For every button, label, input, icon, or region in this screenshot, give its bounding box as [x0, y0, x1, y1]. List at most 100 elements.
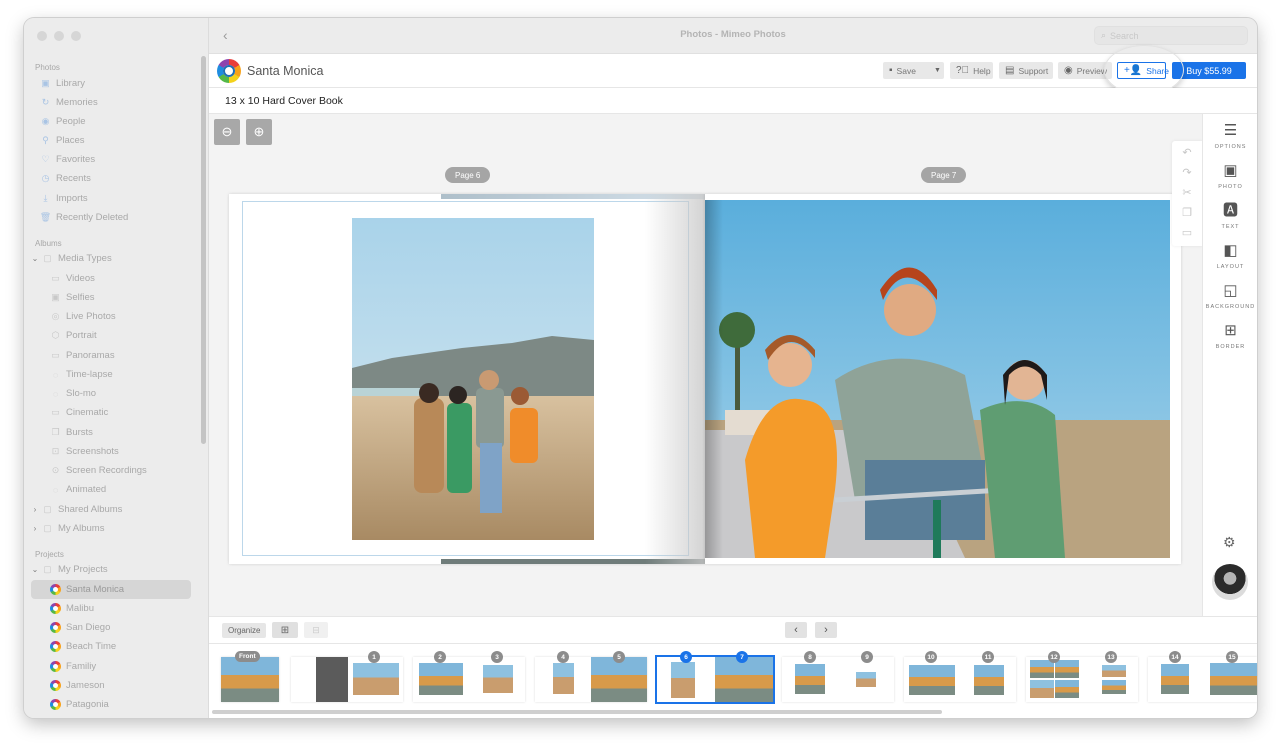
preview-button[interactable]: ◉ Preview: [1058, 62, 1112, 79]
sidebar-item-project-san-diego[interactable]: San Diego: [50, 618, 110, 637]
sidebar-item-people[interactable]: ◉ People: [40, 112, 86, 131]
user-avatar[interactable]: [1212, 564, 1248, 600]
thumbnail-spread-10-11[interactable]: 10 11: [904, 651, 1016, 702]
tool-photo[interactable]: ▣ PHOTO: [1203, 162, 1257, 190]
search-field[interactable]: ⌕: [1094, 26, 1248, 45]
sidebar-item-selfies[interactable]: ▣ Selfies: [50, 288, 94, 307]
thumbnail-spread-14-15[interactable]: 14 15: [1148, 651, 1257, 702]
sidebar-item-library[interactable]: ▣ Library: [40, 74, 85, 93]
sidebar-item-shared-albums[interactable]: › ▢ Shared Albums: [30, 500, 123, 519]
undo-icon[interactable]: ↶: [1182, 145, 1191, 161]
sidebar-item-live-photos[interactable]: ◎ Live Photos: [50, 307, 116, 326]
tool-options[interactable]: ☰ OPTIONS: [1203, 122, 1257, 150]
search-input[interactable]: [1110, 30, 1231, 41]
sidebar-item-screenshots[interactable]: ⊡ Screenshots: [50, 442, 119, 461]
sidebar-item-time-lapse[interactable]: ◌ Time-lapse: [50, 365, 113, 384]
thumbnail-image: [553, 663, 574, 694]
sidebar-item-my-projects[interactable]: ⌄ ▢ My Projects: [30, 560, 108, 579]
organize-button[interactable]: Organize: [222, 623, 267, 638]
sidebar-item-project-jameson[interactable]: Jameson: [50, 676, 105, 695]
sidebar-item-imports[interactable]: ⤓ Imports: [40, 189, 88, 208]
main-area: ‹ Photos - Mimeo Photos ⌕ Santa Monica ▪…: [209, 18, 1257, 718]
scissors-icon[interactable]: ✂: [1182, 185, 1191, 201]
tool-background[interactable]: ◱ BACKGROUND: [1203, 282, 1257, 310]
page-badge: 13: [1105, 651, 1117, 663]
chevron-down-icon[interactable]: ⌄: [30, 254, 40, 263]
chevron-right-icon[interactable]: ›: [30, 524, 40, 533]
thumbnail-scrollbar[interactable]: [212, 710, 942, 714]
sidebar-item-screen-recordings[interactable]: ⊙ Screen Recordings: [50, 461, 147, 480]
next-spread-button[interactable]: ›: [815, 622, 837, 638]
sidebar-item-recently-deleted[interactable]: 🗑 Recently Deleted: [40, 208, 129, 227]
add-pages-button[interactable]: ⊞: [272, 622, 298, 638]
zoom-window-button[interactable]: [71, 31, 81, 41]
page-badge: 3: [491, 651, 503, 663]
page-badge: 2: [434, 651, 446, 663]
section-label-photos: Photos: [35, 63, 60, 72]
tool-text[interactable]: 🅰 TEXT: [1203, 202, 1257, 230]
sidebar-item-project-santa-monica[interactable]: Santa Monica: [31, 580, 191, 599]
paste-icon[interactable]: ▭: [1182, 225, 1192, 241]
sliders-icon: ☰: [1223, 122, 1238, 139]
redo-icon[interactable]: ↷: [1182, 165, 1191, 181]
minimize-window-button[interactable]: [54, 31, 64, 41]
sidebar-item-favorites[interactable]: ♡ Favorites: [40, 150, 95, 169]
sidebar-item-memories[interactable]: ↻ Memories: [40, 93, 98, 112]
thumbnail-spread-2-3[interactable]: 2 3: [413, 651, 525, 702]
close-window-button[interactable]: [37, 31, 47, 41]
sidebar-item-portrait[interactable]: ⬡ Portrait: [50, 326, 97, 345]
page-label-right: Page 7: [921, 167, 967, 183]
sidebar-item-project-beach-time[interactable]: Beach Time: [50, 637, 116, 656]
page-badge: 11: [982, 651, 994, 663]
help-button[interactable]: ?⃝ Help: [950, 62, 993, 79]
chevron-down-icon[interactable]: ⌄: [30, 565, 40, 574]
zoom-out-button[interactable]: ⊖: [214, 119, 240, 145]
sidebar-item-recents[interactable]: ◷ Recents: [40, 169, 91, 188]
chevron-right-icon[interactable]: ›: [30, 505, 40, 514]
remove-pages-button[interactable]: ⊟: [304, 622, 328, 638]
sidebar-item-panoramas[interactable]: ▭ Panoramas: [50, 346, 114, 365]
photo-frame-beach-group[interactable]: [352, 218, 594, 540]
previous-spread-button[interactable]: ‹: [785, 622, 807, 638]
sidebar-scrollbar[interactable]: [201, 56, 206, 444]
tool-border[interactable]: ⊞ BORDER: [1203, 322, 1257, 350]
sidebar-item-bursts[interactable]: ❐ Bursts: [50, 423, 92, 442]
sidebar-item-places[interactable]: ⚲ Places: [40, 131, 84, 150]
sidebar-item-animated[interactable]: ◌ Animated: [50, 480, 106, 499]
page-badge: 5: [613, 651, 625, 663]
sidebar-item-cinematic[interactable]: ▭ Cinematic: [50, 403, 108, 422]
tool-layout[interactable]: ◧ LAYOUT: [1203, 242, 1257, 270]
sidebar-item-project-patagonia[interactable]: Patagonia: [50, 695, 109, 714]
sidebar-item-videos[interactable]: ▭ Videos: [50, 269, 95, 288]
thumbnail-spread-12-13[interactable]: 12 13: [1026, 651, 1138, 702]
chevron-left-icon: ‹: [794, 624, 798, 636]
save-button[interactable]: ▪ Save: [883, 62, 933, 79]
sidebar-item-slo-mo[interactable]: ◌ Slo-mo: [50, 384, 96, 403]
thumbnail-spread-1[interactable]: 1: [291, 651, 403, 702]
save-options-dropdown[interactable]: ▼: [931, 62, 944, 79]
zoom-out-icon: ⊖: [221, 124, 233, 139]
mimeo-project-icon: [50, 603, 61, 614]
settings-gear-icon[interactable]: ⚙: [1223, 534, 1236, 551]
zoom-in-button[interactable]: ⊕: [246, 119, 272, 145]
thumbnail-spread-4-5[interactable]: 4 5: [535, 651, 647, 702]
share-button[interactable]: +👤 Share: [1117, 62, 1169, 79]
sidebar-item-project-familiy[interactable]: Familiy: [50, 657, 96, 676]
copy-icon[interactable]: ❐: [1182, 205, 1192, 221]
photo-frame-bike-group[interactable]: [705, 200, 1170, 558]
project-name: Santa Monica: [247, 64, 324, 78]
chevron-right-icon: ›: [824, 624, 828, 636]
left-page[interactable]: [229, 194, 705, 564]
thumbnail-spread-6-7-selected[interactable]: 6 7: [657, 651, 773, 702]
support-button[interactable]: ▤ Support: [999, 62, 1053, 79]
right-page[interactable]: [705, 194, 1181, 564]
sidebar-item-media-types[interactable]: ⌄ ▢ Media Types: [30, 249, 112, 268]
buy-button[interactable]: Buy $55.99: [1172, 62, 1246, 79]
sidebar-item-my-albums[interactable]: › ▢ My Albums: [30, 519, 105, 538]
sidebar-item-project-malibu[interactable]: Malibu: [50, 599, 94, 618]
page-badge: 1: [368, 651, 380, 663]
thumbnail-front-cover[interactable]: Front: [221, 651, 279, 702]
border-icon: ⊞: [1224, 322, 1237, 339]
thumbnail-spread-8-9[interactable]: 8 9: [782, 651, 894, 702]
page-badge: 6: [680, 651, 692, 663]
